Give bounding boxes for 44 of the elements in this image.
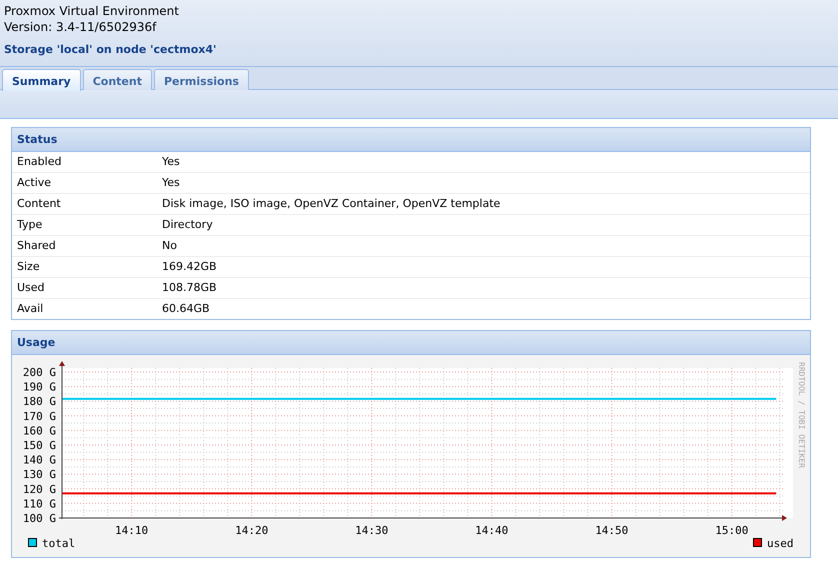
panel-title: Status (12, 128, 810, 152)
property-value: Disk image, ISO image, OpenVZ Container, OpenVZ template (162, 196, 502, 212)
panel-title: Usage (12, 331, 810, 355)
property-label: Shared (16, 238, 57, 254)
y-tick-label: 140 G (22, 454, 56, 467)
x-tick-label: 15:00 (715, 524, 748, 537)
property-label: Type (16, 217, 44, 233)
tab[interactable]: Permissions (154, 69, 249, 90)
y-tick-label: 190 G (22, 380, 56, 394)
y-tick-label: 110 G (22, 497, 56, 510)
y-tick-label: 150 G (22, 439, 56, 452)
x-tick-label: 14:30 (355, 524, 388, 537)
legend-label: used (767, 537, 794, 550)
y-tick-label: 160 G (22, 424, 56, 438)
property-label: Size (16, 259, 41, 275)
property-value: 169.42GB (162, 259, 218, 275)
y-tick-label: 180 G (22, 395, 56, 408)
x-tick-label: 14:10 (115, 524, 148, 537)
property-label: Content (16, 196, 62, 212)
property-value: Yes (162, 154, 181, 170)
tab[interactable]: Summary (2, 69, 81, 91)
property-label: Used (16, 280, 46, 296)
version-label: Version: 3.4-11/6502936f (4, 19, 158, 35)
property-value: Yes (162, 175, 181, 191)
credit-text: RRDTOOL / TOBI OETIKER (797, 362, 806, 468)
property-value: No (162, 238, 178, 254)
property-label: Avail (16, 301, 44, 317)
x-tick-label: 14:50 (595, 524, 628, 537)
x-tick-label: 14:40 (475, 524, 508, 537)
y-tick-label: 200 G (22, 366, 56, 379)
property-label: Enabled (16, 154, 62, 170)
property-value: Directory (162, 217, 214, 233)
y-tick-label: 120 G (22, 482, 56, 496)
y-tick-label: 100 G (22, 512, 56, 525)
legend-label: total (42, 537, 76, 550)
property-label: Active (16, 175, 52, 191)
page-title: Storage 'local' on node 'cectmox4' (4, 43, 218, 56)
x-tick-label: 14:20 (235, 524, 268, 537)
property-value: 60.64GB (162, 301, 211, 317)
product-name: Proxmox Virtual Environment (4, 3, 180, 19)
tab[interactable]: Content (82, 69, 152, 90)
y-tick-label: 170 G (22, 410, 56, 423)
property-value: 108.78GB (162, 280, 218, 296)
y-tick-label: 130 G (22, 468, 56, 482)
